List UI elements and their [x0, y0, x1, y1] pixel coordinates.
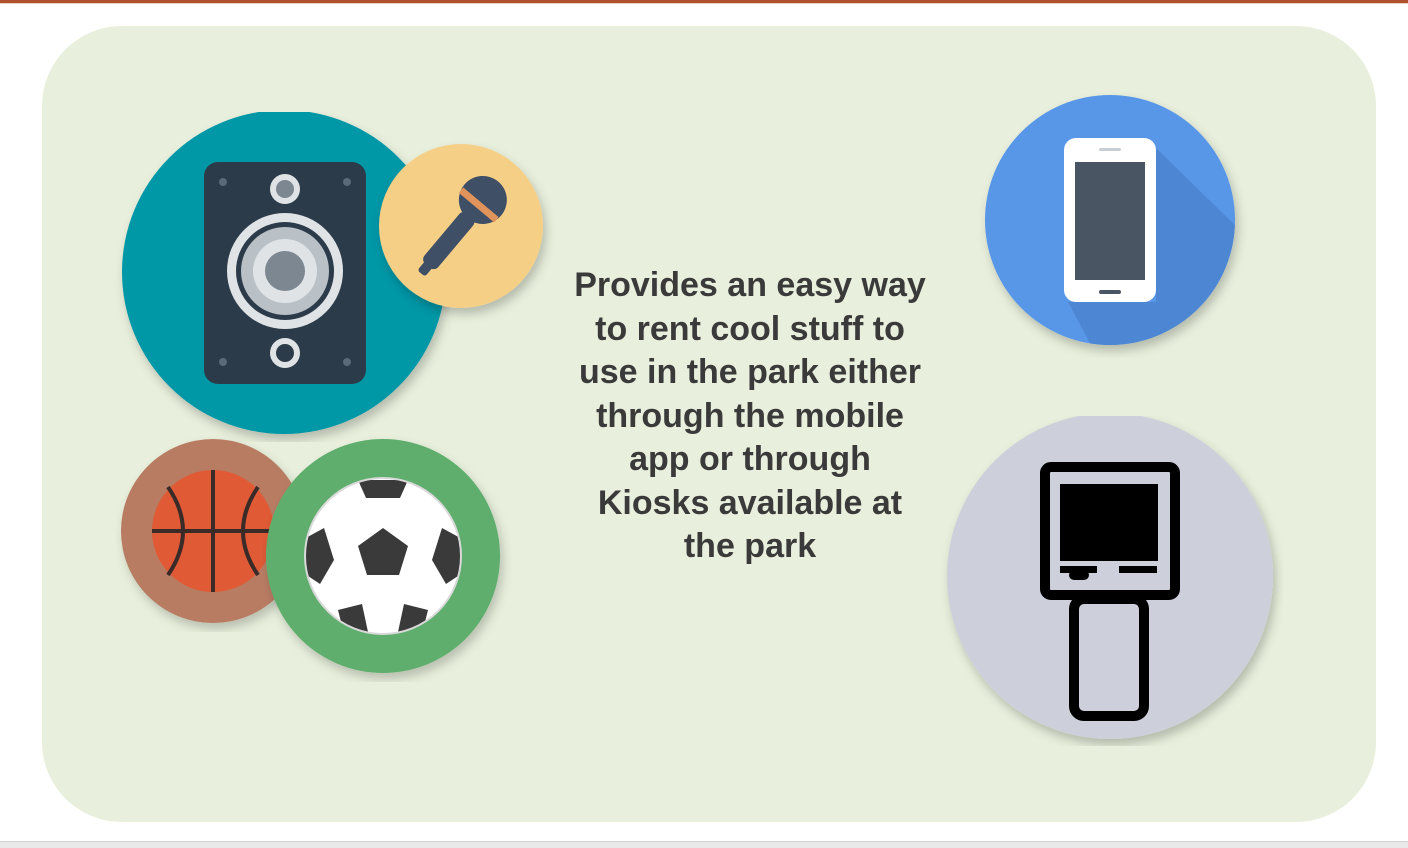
mobile-phone-icon	[978, 88, 1248, 358]
kiosk-icon	[938, 416, 1283, 746]
microphone-icon	[368, 134, 558, 324]
top-rule-shadow	[0, 3, 1408, 4]
caption-text: Provides an easy way to rent cool stuff …	[574, 266, 926, 565]
soccer-ball-icon	[262, 432, 512, 682]
